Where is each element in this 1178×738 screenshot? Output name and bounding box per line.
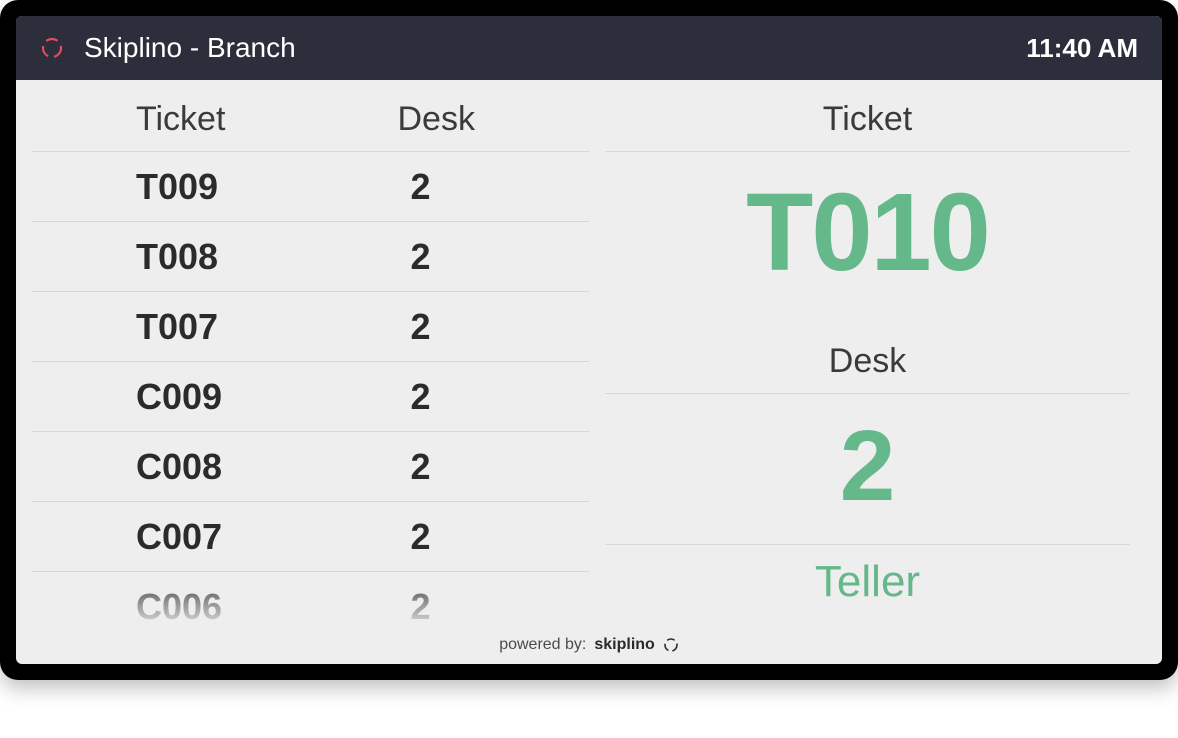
queue-ticket-value: C008 <box>32 446 315 488</box>
now-serving-role: Teller <box>589 545 1146 607</box>
now-serving-panel: Ticket T010 Desk 2 Teller <box>589 80 1146 626</box>
queue-history-panel: Ticket Desk T009 2 T008 2 T007 2 <box>32 80 589 626</box>
queue-ticket-value: C009 <box>32 376 315 418</box>
queue-desk-value: 2 <box>315 376 590 418</box>
queue-desk-value: 2 <box>315 516 590 558</box>
footer-bar: powered by: skiplino <box>16 626 1162 664</box>
queue-row: C007 2 <box>32 501 589 571</box>
queue-ticket-value: C006 <box>32 586 315 627</box>
queue-row: C008 2 <box>32 431 589 501</box>
app-title: Skiplino - Branch <box>84 32 1026 64</box>
now-serving-ticket-label: Ticket <box>589 92 1146 151</box>
queue-desk-value: 2 <box>315 236 590 278</box>
device-frame: Skiplino - Branch 11:40 AM Ticket Desk T… <box>0 0 1178 680</box>
content-area: Ticket Desk T009 2 T008 2 T007 2 <box>16 80 1162 626</box>
queue-row: T008 2 <box>32 221 589 291</box>
queue-desk-value: 2 <box>315 166 590 208</box>
queue-header-ticket: Ticket <box>32 100 328 139</box>
footer-brand: skiplino <box>594 636 654 654</box>
skiplino-logo-icon <box>40 36 64 60</box>
queue-ticket-value: T009 <box>32 166 315 208</box>
queue-list: T009 2 T008 2 T007 2 C009 2 <box>32 151 589 626</box>
queue-row: C009 2 <box>32 361 589 431</box>
queue-desk-value: 2 <box>315 306 590 348</box>
queue-row: T007 2 <box>32 291 589 361</box>
now-serving-ticket-value: T010 <box>589 152 1146 334</box>
queue-header-row: Ticket Desk <box>32 92 589 151</box>
powered-by-label: powered by: <box>499 636 586 654</box>
queue-row: T009 2 <box>32 151 589 221</box>
display-screen: Skiplino - Branch 11:40 AM Ticket Desk T… <box>16 16 1162 664</box>
now-serving-desk-label: Desk <box>589 334 1146 393</box>
queue-desk-value: 2 <box>315 586 590 627</box>
header-bar: Skiplino - Branch 11:40 AM <box>16 16 1162 80</box>
queue-ticket-value: T007 <box>32 306 315 348</box>
now-serving-desk-value: 2 <box>589 394 1146 544</box>
skiplino-logo-icon <box>663 637 679 653</box>
queue-row: C006 2 <box>32 571 589 626</box>
queue-ticket-value: T008 <box>32 236 315 278</box>
clock-time: 11:40 AM <box>1026 33 1138 64</box>
queue-ticket-value: C007 <box>32 516 315 558</box>
queue-header-desk: Desk <box>328 100 590 139</box>
queue-desk-value: 2 <box>315 446 590 488</box>
